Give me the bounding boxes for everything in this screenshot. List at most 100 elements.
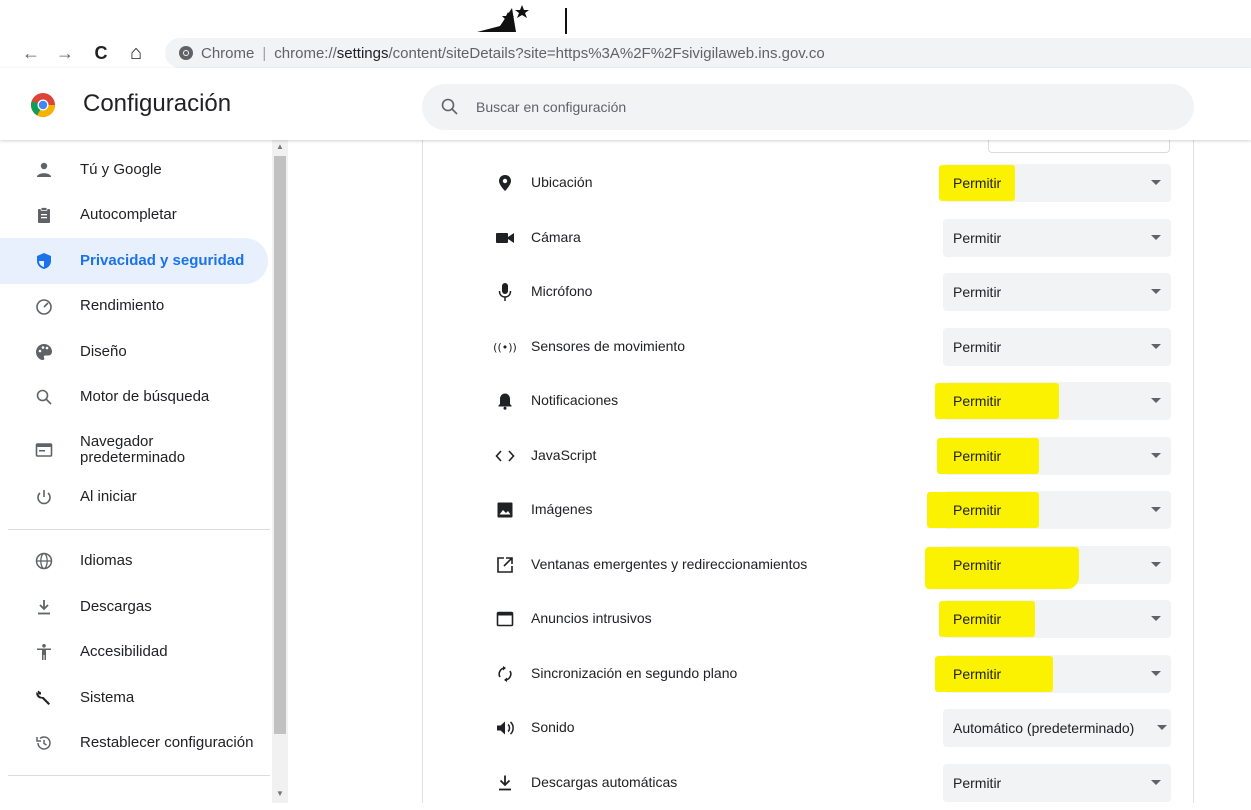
url-text: chrome://settings/content/siteDetails?si… <box>274 45 824 62</box>
dropdown-caret-icon <box>1151 344 1161 349</box>
permission-label: Notificaciones <box>531 392 619 408</box>
sensors-icon: ((•)) <box>493 340 517 354</box>
sidebar-item-accessibility[interactable]: Accesibilidad <box>0 629 268 675</box>
permission-row-motion-sensors: ((•)) Sensores de movimiento Permitir <box>423 320 1193 374</box>
sidebar-item-label-line1: Navegador <box>80 433 154 450</box>
partial-select[interactable] <box>988 138 1170 153</box>
permission-select[interactable]: Permitir <box>943 219 1171 257</box>
sidebar-item-label: Al iniciar <box>80 488 137 505</box>
permission-row-location: Ubicación Permitir <box>423 156 1193 210</box>
sidebar-item-on-startup[interactable]: Al iniciar <box>0 474 268 520</box>
camera-icon <box>493 226 517 250</box>
search-placeholder: Buscar en configuración <box>476 99 627 115</box>
sidebar-item-label: Tú y Google <box>80 161 162 178</box>
permission-select[interactable]: Permitir <box>943 273 1171 311</box>
permission-label: Micrófono <box>531 283 593 299</box>
speedometer-icon <box>32 294 56 318</box>
permission-select[interactable]: Permitir <box>943 764 1171 802</box>
wrench-icon <box>32 686 56 710</box>
permission-label: Sincronización en segundo plano <box>531 665 738 681</box>
permission-row-sound: Sonido Automático (predeterminado) <box>423 701 1193 755</box>
sidebar-divider <box>8 529 270 530</box>
site-label: Chrome <box>201 44 255 62</box>
accessibility-icon <box>32 640 56 664</box>
sidebar-item-you-and-google[interactable]: Tú y Google <box>0 147 268 193</box>
permission-row-images: Imágenes Permitir <box>423 483 1193 537</box>
permission-row-automatic-downloads: Descargas automáticas Permitir <box>423 756 1193 810</box>
reload-button[interactable]: C <box>88 40 114 66</box>
dropdown-caret-icon <box>1151 398 1161 403</box>
permission-row-popups: Ventanas emergentes y redireccionamiento… <box>423 538 1193 592</box>
permission-row-camera: Cámara Permitir <box>423 211 1193 265</box>
permission-label: Anuncios intrusivos <box>531 610 652 626</box>
yellow-highlight <box>925 547 1079 589</box>
sound-icon <box>493 716 517 740</box>
permission-label: Sonido <box>531 719 575 735</box>
dropdown-caret-icon <box>1151 507 1161 512</box>
person-icon <box>32 158 56 182</box>
permission-value: Permitir <box>953 175 1002 191</box>
sidebar-item-label-line2: predeterminado <box>80 449 186 466</box>
scroll-down-arrow-icon[interactable]: ▼ <box>272 789 288 803</box>
back-button[interactable]: ← <box>18 40 44 66</box>
globe-icon <box>32 549 56 573</box>
url-host: settings <box>336 44 389 62</box>
permission-label: Ubicación <box>531 174 593 190</box>
settings-search-input[interactable]: Buscar en configuración <box>422 84 1194 130</box>
sidebar-item-label: Diseño <box>80 343 127 360</box>
scrollbar-thumb[interactable] <box>274 156 286 734</box>
permission-select[interactable]: Permitir <box>937 437 1171 475</box>
clipboard-icon <box>32 203 56 227</box>
sidebar-item-reset[interactable]: Restablecer configuración <box>0 720 268 766</box>
sidebar-scrollbar[interactable]: ▲ ▼ <box>272 140 288 803</box>
sidebar-item-label: Rendimiento <box>80 297 165 314</box>
sync-icon <box>493 662 517 686</box>
logo-divider <box>565 8 567 34</box>
dropdown-caret-icon <box>1151 780 1161 785</box>
sidebar-item-search-engine[interactable]: Motor de búsqueda <box>0 374 268 420</box>
home-button[interactable]: ⌂ <box>123 40 149 66</box>
search-icon <box>441 98 458 115</box>
permission-select[interactable]: Permitir <box>925 546 1171 589</box>
page-title: Configuración <box>83 90 232 117</box>
permission-select[interactable]: Permitir <box>939 164 1171 202</box>
power-icon <box>32 485 56 509</box>
permission-value: Permitir <box>953 448 1002 464</box>
sidebar-item-appearance[interactable]: Diseño <box>0 329 268 375</box>
permission-value: Permitir <box>953 502 1002 518</box>
sidebar-item-downloads[interactable]: Descargas <box>0 584 268 630</box>
permission-select[interactable]: Permitir <box>935 655 1171 693</box>
settings-header: Configuración Buscar en configuración <box>0 68 1251 140</box>
permission-select[interactable]: Permitir <box>939 600 1171 638</box>
sidebar-item-languages[interactable]: Idiomas <box>0 538 268 584</box>
sidebar-item-label: Accesibilidad <box>80 643 168 660</box>
sidebar-item-default-browser[interactable]: Navegador predeterminado <box>0 427 268 473</box>
address-bar[interactable]: Chrome | chrome://settings/content/siteD… <box>165 38 1251 68</box>
scroll-up-arrow-icon[interactable]: ▲ <box>272 142 288 156</box>
forward-button[interactable]: → <box>52 40 78 66</box>
restore-icon <box>32 731 56 755</box>
permission-value: Permitir <box>953 666 1002 682</box>
ads-icon <box>493 607 517 631</box>
permission-select[interactable]: Automático (predeterminado) <box>943 709 1171 747</box>
sidebar-item-privacy[interactable]: Privacidad y seguridad <box>0 238 268 284</box>
permission-select[interactable]: Permitir <box>927 491 1171 529</box>
permission-label: Sensores de movimiento <box>531 338 686 354</box>
permission-label: Cámara <box>531 229 581 245</box>
bell-icon <box>493 389 517 413</box>
sidebar-item-system[interactable]: Sistema <box>0 675 268 721</box>
sidebar-item-performance[interactable]: Rendimiento <box>0 283 268 329</box>
permission-row-notifications: Notificaciones Permitir <box>423 374 1193 428</box>
download-icon <box>32 595 56 619</box>
permission-select[interactable]: Permitir <box>935 382 1171 420</box>
permission-label: JavaScript <box>531 447 597 463</box>
dropdown-caret-icon <box>1151 289 1161 294</box>
top-logo-strip <box>0 0 1251 38</box>
permission-label: Descargas automáticas <box>531 774 678 790</box>
code-icon <box>493 444 517 468</box>
permission-row-javascript: JavaScript Permitir <box>423 429 1193 483</box>
sidebar-item-autofill[interactable]: Autocompletar <box>0 192 268 238</box>
sidebar-item-label: Idiomas <box>80 552 133 569</box>
permission-select[interactable]: Permitir <box>943 328 1171 366</box>
permission-value: Permitir <box>953 393 1002 409</box>
